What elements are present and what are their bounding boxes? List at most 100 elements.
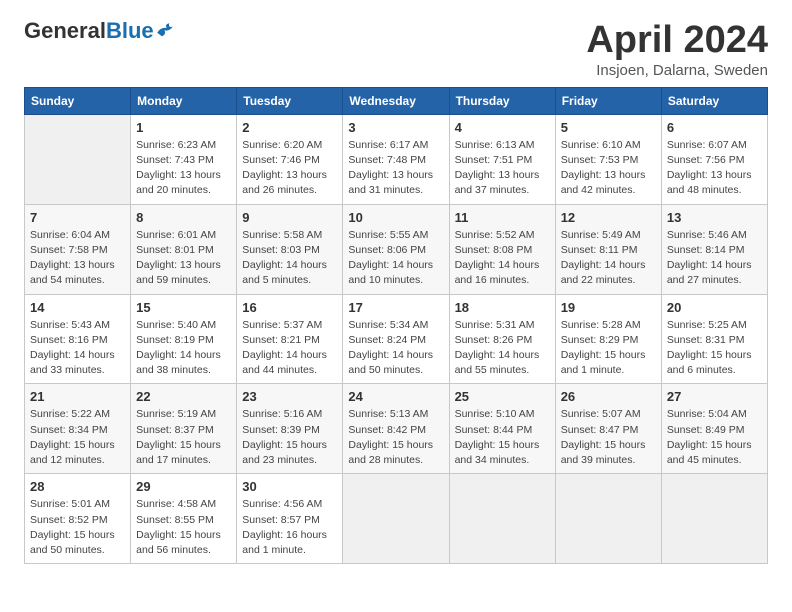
calendar-cell: 27 Sunrise: 5:04 AMSunset: 8:49 PMDayligh… xyxy=(661,384,767,474)
calendar-cell: 20 Sunrise: 5:25 AMSunset: 8:31 PMDayligh… xyxy=(661,294,767,384)
calendar-cell: 30Sunrise: 4:56 AMSunset: 8:57 PMDayligh… xyxy=(237,474,343,564)
day-info: Sunrise: 5:25 AMSunset: 8:31 PMDaylight:… xyxy=(667,318,762,379)
day-info: Sunrise: 5:58 AMSunset: 8:03 PMDaylight:… xyxy=(242,228,337,289)
calendar-cell: 16 Sunrise: 5:37 AMSunset: 8:21 PMDayligh… xyxy=(237,294,343,384)
weekday-header-monday: Monday xyxy=(131,87,237,114)
calendar-cell: 12Sunrise: 5:49 AMSunset: 8:11 PMDayligh… xyxy=(555,204,661,294)
day-number: 3 xyxy=(348,120,443,135)
day-info: Sunrise: 5:46 AMSunset: 8:14 PMDaylight:… xyxy=(667,228,762,289)
day-number: 29 xyxy=(136,479,231,494)
calendar-cell: 24 Sunrise: 5:13 AMSunset: 8:42 PMDayligh… xyxy=(343,384,449,474)
day-info: Sunrise: 4:56 AMSunset: 8:57 PMDaylight:… xyxy=(242,497,337,558)
title-block: April 2024 Insjoen, Dalarna, Sweden xyxy=(586,20,768,79)
day-info: Sunrise: 5:34 AMSunset: 8:24 PMDaylight:… xyxy=(348,318,443,379)
calendar-cell: 28 Sunrise: 5:01 AMSunset: 8:52 PMDayligh… xyxy=(25,474,131,564)
day-number: 15 xyxy=(136,300,231,315)
day-info: Sunrise: 5:37 AMSunset: 8:21 PMDaylight:… xyxy=(242,318,337,379)
day-info: Sunrise: 5:16 AMSunset: 8:39 PMDaylight:… xyxy=(242,407,337,468)
weekday-header-thursday: Thursday xyxy=(449,87,555,114)
day-info: Sunrise: 5:01 AMSunset: 8:52 PMDaylight:… xyxy=(30,497,125,558)
calendar-week-5: 28 Sunrise: 5:01 AMSunset: 8:52 PMDayligh… xyxy=(25,474,768,564)
calendar-cell: 4 Sunrise: 6:13 AMSunset: 7:51 PMDaylight… xyxy=(449,114,555,204)
calendar-cell: 17Sunrise: 5:34 AMSunset: 8:24 PMDayligh… xyxy=(343,294,449,384)
day-number: 8 xyxy=(136,210,231,225)
day-info: Sunrise: 5:55 AMSunset: 8:06 PMDaylight:… xyxy=(348,228,443,289)
calendar-cell: 5 Sunrise: 6:10 AMSunset: 7:53 PMDaylight… xyxy=(555,114,661,204)
month-title: April 2024 xyxy=(586,20,768,62)
calendar-table: SundayMondayTuesdayWednesdayThursdayFrid… xyxy=(24,87,768,564)
calendar-cell: 8 Sunrise: 6:01 AMSunset: 8:01 PMDaylight… xyxy=(131,204,237,294)
calendar-week-1: 1 Sunrise: 6:23 AMSunset: 7:43 PMDaylight… xyxy=(25,114,768,204)
day-info: Sunrise: 5:13 AMSunset: 8:42 PMDaylight:… xyxy=(348,407,443,468)
day-number: 27 xyxy=(667,389,762,404)
day-info: Sunrise: 5:04 AMSunset: 8:49 PMDaylight:… xyxy=(667,407,762,468)
day-number: 4 xyxy=(455,120,550,135)
calendar-cell: 23 Sunrise: 5:16 AMSunset: 8:39 PMDayligh… xyxy=(237,384,343,474)
day-number: 18 xyxy=(455,300,550,315)
day-number: 2 xyxy=(242,120,337,135)
day-info: Sunrise: 5:52 AMSunset: 8:08 PMDaylight:… xyxy=(455,228,550,289)
day-number: 16 xyxy=(242,300,337,315)
calendar-cell xyxy=(661,474,767,564)
day-info: Sunrise: 6:23 AMSunset: 7:43 PMDaylight:… xyxy=(136,138,231,199)
calendar-cell xyxy=(555,474,661,564)
day-number: 25 xyxy=(455,389,550,404)
weekday-header-tuesday: Tuesday xyxy=(237,87,343,114)
calendar-cell: 21 Sunrise: 5:22 AMSunset: 8:34 PMDayligh… xyxy=(25,384,131,474)
day-number: 1 xyxy=(136,120,231,135)
calendar-cell: 9Sunrise: 5:58 AMSunset: 8:03 PMDaylight… xyxy=(237,204,343,294)
day-info: Sunrise: 6:01 AMSunset: 8:01 PMDaylight:… xyxy=(136,228,231,289)
day-number: 20 xyxy=(667,300,762,315)
calendar-cell: 15Sunrise: 5:40 AMSunset: 8:19 PMDayligh… xyxy=(131,294,237,384)
day-info: Sunrise: 5:07 AMSunset: 8:47 PMDaylight:… xyxy=(561,407,656,468)
day-number: 11 xyxy=(455,210,550,225)
location-text: Insjoen, Dalarna, Sweden xyxy=(586,62,768,79)
day-info: Sunrise: 5:31 AMSunset: 8:26 PMDaylight:… xyxy=(455,318,550,379)
day-number: 26 xyxy=(561,389,656,404)
day-number: 7 xyxy=(30,210,125,225)
day-number: 23 xyxy=(242,389,337,404)
calendar-cell: 11 Sunrise: 5:52 AMSunset: 8:08 PMDayligh… xyxy=(449,204,555,294)
day-number: 6 xyxy=(667,120,762,135)
day-info: Sunrise: 5:28 AMSunset: 8:29 PMDaylight:… xyxy=(561,318,656,379)
logo: General Blue xyxy=(24,20,174,42)
calendar-cell: 14 Sunrise: 5:43 AMSunset: 8:16 PMDayligh… xyxy=(25,294,131,384)
day-number: 5 xyxy=(561,120,656,135)
calendar-cell: 3Sunrise: 6:17 AMSunset: 7:48 PMDaylight… xyxy=(343,114,449,204)
weekday-header-sunday: Sunday xyxy=(25,87,131,114)
weekday-header-saturday: Saturday xyxy=(661,87,767,114)
day-number: 22 xyxy=(136,389,231,404)
day-number: 24 xyxy=(348,389,443,404)
day-info: Sunrise: 5:22 AMSunset: 8:34 PMDaylight:… xyxy=(30,407,125,468)
day-info: Sunrise: 6:04 AMSunset: 7:58 PMDaylight:… xyxy=(30,228,125,289)
calendar-cell: 13 Sunrise: 5:46 AMSunset: 8:14 PMDayligh… xyxy=(661,204,767,294)
calendar-cell: 26 Sunrise: 5:07 AMSunset: 8:47 PMDayligh… xyxy=(555,384,661,474)
calendar-cell: 18 Sunrise: 5:31 AMSunset: 8:26 PMDayligh… xyxy=(449,294,555,384)
day-info: Sunrise: 6:13 AMSunset: 7:51 PMDaylight:… xyxy=(455,138,550,199)
day-info: Sunrise: 6:07 AMSunset: 7:56 PMDaylight:… xyxy=(667,138,762,199)
day-info: Sunrise: 6:10 AMSunset: 7:53 PMDaylight:… xyxy=(561,138,656,199)
calendar-week-2: 7 Sunrise: 6:04 AMSunset: 7:58 PMDaylight… xyxy=(25,204,768,294)
day-number: 13 xyxy=(667,210,762,225)
logo-bird-icon xyxy=(156,22,174,40)
calendar-cell: 7 Sunrise: 6:04 AMSunset: 7:58 PMDaylight… xyxy=(25,204,131,294)
calendar-week-3: 14 Sunrise: 5:43 AMSunset: 8:16 PMDayligh… xyxy=(25,294,768,384)
day-number: 19 xyxy=(561,300,656,315)
calendar-cell: 19 Sunrise: 5:28 AMSunset: 8:29 PMDayligh… xyxy=(555,294,661,384)
calendar-cell: 25 Sunrise: 5:10 AMSunset: 8:44 PMDayligh… xyxy=(449,384,555,474)
weekday-header-friday: Friday xyxy=(555,87,661,114)
day-number: 14 xyxy=(30,300,125,315)
calendar-cell xyxy=(343,474,449,564)
day-info: Sunrise: 5:10 AMSunset: 8:44 PMDaylight:… xyxy=(455,407,550,468)
calendar-cell xyxy=(25,114,131,204)
day-number: 28 xyxy=(30,479,125,494)
day-info: Sunrise: 5:43 AMSunset: 8:16 PMDaylight:… xyxy=(30,318,125,379)
day-number: 10 xyxy=(348,210,443,225)
day-number: 21 xyxy=(30,389,125,404)
logo-blue-text: Blue xyxy=(106,20,154,42)
calendar-cell: 10 Sunrise: 5:55 AMSunset: 8:06 PMDayligh… xyxy=(343,204,449,294)
weekday-header-row: SundayMondayTuesdayWednesdayThursdayFrid… xyxy=(25,87,768,114)
day-info: Sunrise: 4:58 AMSunset: 8:55 PMDaylight:… xyxy=(136,497,231,558)
calendar-week-4: 21 Sunrise: 5:22 AMSunset: 8:34 PMDayligh… xyxy=(25,384,768,474)
page-header: General Blue April 2024 Insjoen, Dalarna… xyxy=(24,20,768,79)
